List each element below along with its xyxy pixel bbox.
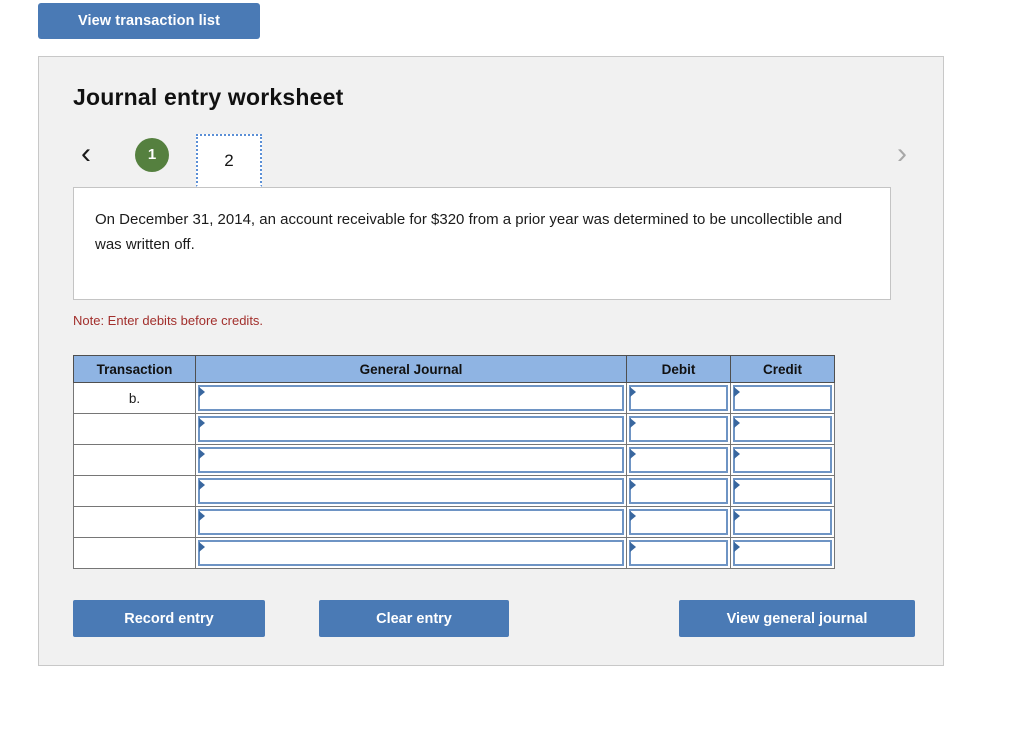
table-row [73,444,835,476]
credit-input[interactable] [733,385,832,411]
cell-transaction [73,444,196,476]
general-journal-input[interactable] [198,540,624,566]
column-header-general-journal: General Journal [195,355,627,383]
credit-input[interactable] [733,540,832,566]
general-journal-input[interactable] [198,478,624,504]
journal-entry-table: Transaction General Journal Debit Credit… [73,355,835,569]
table-row: b. [73,382,835,414]
scenario-box: On December 31, 2014, an account receiva… [73,187,891,300]
table-row [73,413,835,445]
general-journal-input[interactable] [198,509,624,535]
credit-input[interactable] [733,478,832,504]
cell-transaction [73,537,196,569]
journal-entry-panel: Journal entry worksheet ‹ 1 2 › On Decem… [38,56,944,666]
column-header-transaction: Transaction [73,355,196,383]
journal-entry-table-body: b. [73,382,835,569]
general-journal-input[interactable] [198,416,624,442]
clear-entry-button[interactable]: Clear entry [319,600,509,637]
pager-page-2-active[interactable]: 2 [196,134,262,187]
view-general-journal-button[interactable]: View general journal [679,600,915,637]
table-header-row: Transaction General Journal Debit Credit [73,355,835,383]
view-transaction-list-button[interactable]: View transaction list [38,3,260,39]
page-title: Journal entry worksheet [73,84,344,110]
debit-input[interactable] [629,540,728,566]
credit-input[interactable] [733,447,832,473]
credit-input[interactable] [733,416,832,442]
general-journal-input[interactable] [198,385,624,411]
debit-input[interactable] [629,478,728,504]
column-header-credit: Credit [730,355,835,383]
pager-page-1[interactable]: 1 [135,138,169,172]
cell-transaction [73,413,196,445]
debit-input[interactable] [629,509,728,535]
general-journal-input[interactable] [198,447,624,473]
debit-input[interactable] [629,447,728,473]
worksheet-pager: ‹ 1 2 › [73,134,915,187]
credit-input[interactable] [733,509,832,535]
scenario-text: On December 31, 2014, an account receiva… [95,211,843,253]
table-row [73,475,835,507]
debit-input[interactable] [629,416,728,442]
cell-transaction: b. [73,382,196,414]
cell-transaction [73,475,196,507]
table-row [73,506,835,538]
column-header-debit: Debit [626,355,731,383]
chevron-left-icon[interactable]: ‹ [73,138,99,172]
debit-input[interactable] [629,385,728,411]
record-entry-button[interactable]: Record entry [73,600,265,637]
page-root: View transaction list Journal entry work… [0,0,1024,741]
table-row [73,537,835,569]
chevron-right-icon[interactable]: › [889,138,915,172]
debits-before-credits-note: Note: Enter debits before credits. [73,313,264,328]
cell-transaction [73,506,196,538]
